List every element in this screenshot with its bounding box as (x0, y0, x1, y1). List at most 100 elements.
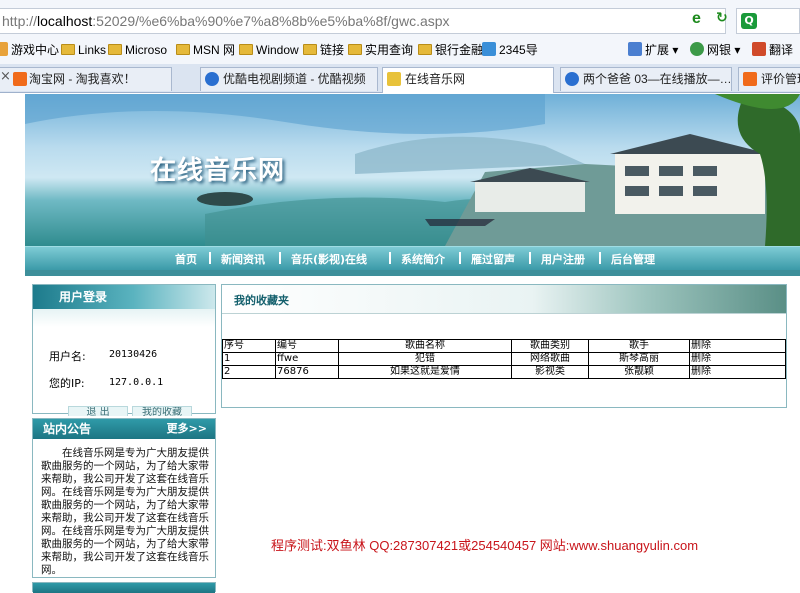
fav-2345[interactable]: 2345导 (482, 42, 538, 58)
login-panel: 用户登录 用户名: 20130426 您的IP: 127.0.0.1 (32, 284, 216, 414)
favorites-panel: 我的收藏夹 序号 编号 歌曲名称 歌曲类别 歌手 删除 1 ffwe 犯错 网络… (221, 284, 787, 408)
taobao-icon (743, 72, 757, 86)
fav-msn[interactable]: MSN 网 (176, 42, 235, 58)
footer-credit: 程序测试:双鱼林 QQ:287307421或254540457 网站:www.s… (271, 538, 699, 553)
notice-title: 站内公告 (43, 422, 92, 436)
tab-bar: × 淘宝网 - 淘我喜欢！ 优酷电视剧频道 - 优酷视频 在线音乐网 两个爸爸 … (0, 64, 800, 93)
column-header: 歌曲名称 (338, 339, 512, 353)
tab-youku[interactable]: 优酷电视剧频道 - 优酷视频 (200, 67, 378, 91)
url-path: :52029/%e6%ba%90%e7%a8%8b%e5%ba%8f/gwc.a… (92, 13, 450, 29)
extend-button[interactable]: 扩展 ▾ (628, 42, 678, 58)
nav-separator (459, 252, 461, 264)
fav-game-center[interactable]: 游戏中心 (0, 42, 59, 58)
fav-links[interactable]: Links (61, 42, 106, 58)
tab-taobao[interactable]: × 淘宝网 - 淘我喜欢！ (0, 67, 172, 91)
table-row: 1 ffwe 犯错 网络歌曲 斯琴高丽 删除 (222, 352, 786, 366)
cell-category: 影视类 (511, 365, 589, 379)
delete-link[interactable]: 删除 (689, 352, 786, 366)
login-panel-header: 用户登录 (33, 285, 215, 309)
url-prefix: http:// (2, 13, 38, 29)
shield-icon (690, 42, 704, 56)
nav-separator (279, 252, 281, 264)
folder-icon (61, 44, 75, 55)
cell-index: 2 (222, 365, 276, 379)
cell-category: 网络歌曲 (511, 352, 589, 366)
username-value: 20130426 (109, 349, 158, 360)
tab-two-dads[interactable]: 两个爸爸 03—在线播放—… (560, 67, 732, 91)
folder-icon (303, 44, 317, 55)
column-header: 序号 (222, 339, 276, 353)
favorites-table: 序号 编号 歌曲名称 歌曲类别 歌手 删除 1 ffwe 犯错 网络歌曲 斯琴高… (222, 339, 786, 379)
fav-links-cn[interactable]: 链接 (303, 42, 344, 58)
nav-shadow (25, 270, 800, 276)
grid-icon (628, 42, 642, 56)
netbank-button[interactable]: 网银 ▾ (690, 42, 740, 58)
nav-guestbook[interactable]: 雁过留声 (471, 251, 515, 267)
close-icon[interactable]: × (0, 69, 11, 84)
cell-singer: 张靓颖 (588, 365, 690, 379)
username-label: 用户名: (49, 350, 86, 363)
address-bar[interactable]: http://localhost:52029/%e6%ba%90%e7%a8%8… (0, 8, 726, 34)
folder-icon (108, 44, 122, 55)
search-box[interactable]: Q (736, 8, 800, 34)
favorites-title: 我的收藏夹 (234, 294, 289, 307)
ip-label: 您的IP: (49, 377, 85, 390)
nav-admin[interactable]: 后台管理 (611, 251, 655, 267)
translate-button[interactable]: 翻译 (752, 42, 793, 58)
search-icon[interactable]: Q (741, 13, 757, 29)
notice-header: 站内公告 更多>> (33, 419, 215, 439)
nav-news[interactable]: 新闻资讯 (221, 251, 265, 267)
ip-value: 127.0.0.1 (109, 377, 164, 388)
favorites-header: 我的收藏夹 (222, 285, 786, 314)
folder-icon (418, 44, 432, 55)
table-header-row: 序号 编号 歌曲名称 歌曲类别 歌手 删除 (222, 339, 786, 353)
fav-bank-finance[interactable]: 银行金融 (418, 42, 483, 58)
notice-body: 在线音乐网是专为广大朋友提供歌曲服务的一个网站，为了给大家带来帮助，我公司开发了… (41, 447, 209, 576)
translate-icon (752, 42, 766, 56)
nav-about[interactable]: 系统简介 (401, 251, 445, 267)
nav-music-online[interactable]: 音乐(影视)在线 (291, 251, 367, 267)
favorites-bar: 游戏中心 Links Microso MSN 网 Window 链接 实用查询 … (0, 36, 800, 65)
column-header: 歌曲类别 (511, 339, 589, 353)
landscape-image (25, 94, 800, 246)
site-icon (482, 42, 496, 56)
cell-id: 76876 (275, 365, 339, 379)
column-header: 歌手 (588, 339, 690, 353)
panel-gradient (33, 309, 215, 327)
fav-microsoft[interactable]: Microso (108, 42, 167, 58)
tab-music-site[interactable]: 在线音乐网 (382, 67, 554, 93)
nav-separator (209, 252, 211, 264)
nav-separator (389, 252, 391, 264)
fav-practical-query[interactable]: 实用查询 (348, 42, 413, 58)
nav-register[interactable]: 用户注册 (541, 251, 585, 267)
refresh-icon[interactable]: ↻ (716, 11, 730, 25)
nav-home[interactable]: 首页 (175, 251, 197, 267)
my-favorites-button[interactable]: 我的收藏 (132, 406, 192, 416)
cell-song: 犯错 (338, 352, 512, 366)
folder-icon (176, 44, 190, 55)
tab-reviews[interactable]: 评价管理 (738, 67, 800, 91)
ie-compat-icon[interactable]: e (692, 11, 708, 27)
cell-singer: 斯琴高丽 (588, 352, 690, 366)
site-nav: 首页 新闻资讯 音乐(影视)在线 系统简介 雁过留声 用户注册 后台管理 (25, 246, 800, 270)
site-banner: 在线音乐网 (25, 94, 800, 246)
notice-more-link[interactable]: 更多>> (167, 419, 207, 439)
youku-icon (565, 72, 579, 86)
column-header: 编号 (275, 339, 339, 353)
cell-song: 如果这就是爱情 (338, 365, 512, 379)
folder-icon (348, 44, 362, 55)
cell-id: ffwe (275, 352, 339, 366)
site-title: 在线音乐网 (150, 156, 286, 186)
logout-button[interactable]: 退 出 (68, 406, 128, 416)
taobao-icon (13, 72, 27, 86)
fav-windows[interactable]: Window (239, 42, 299, 58)
youku-icon (205, 72, 219, 86)
cell-index: 1 (222, 352, 276, 366)
table-row: 2 76876 如果这就是爱情 影视类 张靓颖 删除 (222, 365, 786, 379)
nav-separator (529, 252, 531, 264)
game-icon (0, 42, 8, 56)
delete-link[interactable]: 删除 (689, 365, 786, 379)
column-header: 删除 (689, 339, 786, 353)
address-bar-area: http://localhost:52029/%e6%ba%90%e7%a8%8… (0, 0, 800, 36)
page-icon (387, 72, 401, 86)
